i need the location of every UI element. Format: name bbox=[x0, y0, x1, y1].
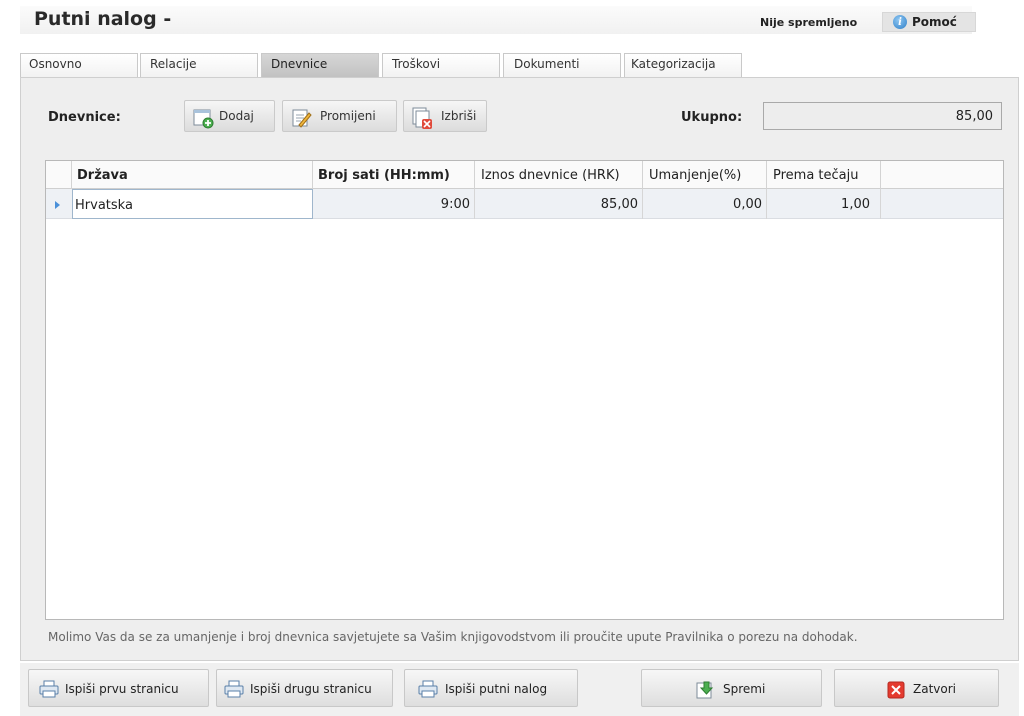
info-note: Molimo Vas da se za umanjenje i broj dne… bbox=[48, 630, 858, 644]
close-label: Zatvori bbox=[913, 682, 956, 696]
row-pointer-icon bbox=[55, 201, 60, 209]
tab-strip: Osnovno Relacije Dnevnice Troškovi Dokum… bbox=[20, 53, 1020, 77]
cell-country[interactable]: Hrvatska bbox=[72, 189, 313, 219]
save-document-icon bbox=[696, 681, 714, 699]
help-label: Pomoć bbox=[912, 15, 957, 29]
table-row[interactable]: Hrvatska 9:00 85,00 0,00 1,00 bbox=[46, 189, 1003, 219]
cell-rate[interactable]: 1,00 bbox=[767, 189, 881, 219]
column-header-reduction[interactable]: Umanjenje(%) bbox=[643, 161, 767, 189]
print-second-page-button[interactable]: Ispiši drugu stranicu bbox=[216, 669, 393, 707]
tab-dnevnice[interactable]: Dnevnice bbox=[261, 53, 379, 77]
tab-dokumenti[interactable]: Dokumenti bbox=[503, 53, 621, 77]
column-header-country[interactable]: Država bbox=[72, 161, 313, 189]
edit-label: Promijeni bbox=[320, 109, 376, 123]
print-first-page-button[interactable]: Ispiši prvu stranicu bbox=[28, 669, 209, 707]
page-title: Putni nalog - bbox=[34, 8, 172, 30]
save-label: Spremi bbox=[723, 682, 766, 696]
dnevnice-grid: Država Broj sati (HH:mm) Iznos dnevnice … bbox=[45, 160, 1004, 620]
cell-amount[interactable]: 85,00 bbox=[475, 189, 643, 219]
tab-kategorizacija[interactable]: Kategorizacija bbox=[624, 53, 742, 77]
column-header-filler bbox=[881, 161, 1003, 189]
cell-hours[interactable]: 9:00 bbox=[313, 189, 475, 219]
print-order-button[interactable]: Ispiši putni nalog bbox=[404, 669, 578, 707]
close-button[interactable]: Zatvori bbox=[834, 669, 999, 707]
delete-label: Izbriši bbox=[441, 109, 477, 123]
printer-icon bbox=[224, 680, 244, 698]
add-label: Dodaj bbox=[219, 109, 254, 123]
dnevnice-panel: Dnevnice: Dodaj Promijeni Izbriši Ukupno… bbox=[20, 77, 1019, 661]
delete-button[interactable]: Izbriši bbox=[403, 100, 487, 132]
add-button[interactable]: Dodaj bbox=[184, 100, 275, 132]
edit-document-icon bbox=[292, 109, 312, 128]
cell-reduction[interactable]: 0,00 bbox=[643, 189, 767, 219]
column-header-amount[interactable]: Iznos dnevnice (HRK) bbox=[475, 161, 643, 189]
close-icon bbox=[887, 681, 905, 699]
column-header-hours[interactable]: Broj sati (HH:mm) bbox=[313, 161, 475, 189]
tab-osnovno[interactable]: Osnovno bbox=[20, 53, 138, 77]
print-first-label: Ispiši prvu stranicu bbox=[65, 682, 179, 696]
header-indicator-cell bbox=[46, 161, 72, 189]
add-document-icon bbox=[193, 109, 214, 129]
help-button[interactable]: i Pomoć bbox=[882, 12, 976, 32]
print-second-label: Ispiši drugu stranicu bbox=[250, 682, 372, 696]
print-order-label: Ispiši putni nalog bbox=[445, 682, 548, 696]
info-icon: i bbox=[893, 15, 907, 29]
printer-icon bbox=[39, 680, 59, 698]
bottom-bar: Ispiši prvu stranicu Ispiši drugu strani… bbox=[20, 663, 1019, 716]
save-button[interactable]: Spremi bbox=[641, 669, 822, 707]
tab-troskovi[interactable]: Troškovi bbox=[382, 53, 500, 77]
save-status: Nije spremljeno bbox=[760, 16, 858, 29]
dnevnice-label: Dnevnice: bbox=[48, 110, 121, 125]
title-bar: Putni nalog - Nije spremljeno i Pomoć bbox=[20, 6, 976, 34]
total-label: Ukupno: bbox=[681, 110, 743, 125]
tab-relacije[interactable]: Relacije bbox=[140, 53, 258, 77]
column-header-rate[interactable]: Prema tečaju bbox=[767, 161, 881, 189]
delete-document-icon bbox=[412, 107, 432, 129]
grid-header: Država Broj sati (HH:mm) Iznos dnevnice … bbox=[46, 161, 1003, 189]
edit-button[interactable]: Promijeni bbox=[282, 100, 397, 132]
printer-icon bbox=[418, 680, 438, 698]
cell-filler bbox=[881, 189, 1003, 219]
total-field: 85,00 bbox=[763, 102, 1002, 130]
